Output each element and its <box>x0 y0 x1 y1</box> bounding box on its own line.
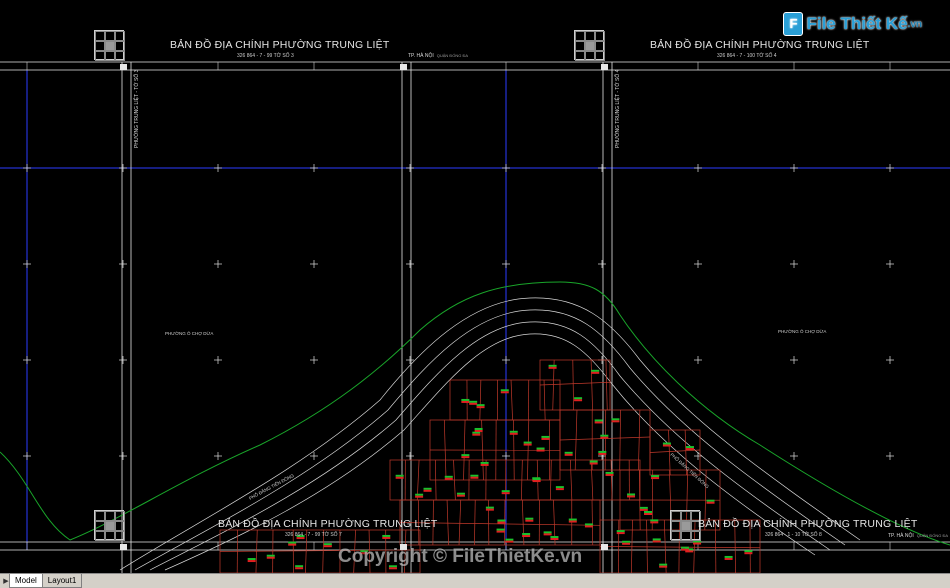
parcel-marker <box>627 493 636 498</box>
sheet-index-grid <box>670 510 701 541</box>
tab-model[interactable]: Model <box>9 574 43 588</box>
parcel-marker <box>548 364 557 369</box>
sheet-title: BẢN ĐỒ ĐỊA CHÍNH PHƯỜNG TRUNG LIỆT <box>698 518 918 530</box>
parcel-marker <box>611 418 620 423</box>
city-label: TP. HÀ NỘI QUẬN ĐỐNG ĐA <box>408 53 469 59</box>
parcel-marker <box>744 550 753 555</box>
parcel-marker <box>423 487 432 492</box>
parcel-marker <box>574 397 583 402</box>
parcel-marker <box>501 490 510 495</box>
parcel-marker <box>247 558 256 563</box>
parcel-marker <box>461 454 470 459</box>
sheet-title: BẢN ĐỒ ĐỊA CHÍNH PHƯỜNG TRUNG LIỆT <box>650 39 870 51</box>
parcel-marker <box>589 460 598 465</box>
parcel-marker <box>522 533 531 538</box>
parcel-marker <box>480 461 489 466</box>
parcel-marker <box>594 419 603 424</box>
sheet-subtitle: 326 864 - 1 - 10 TỜ SỐ 8 <box>765 532 822 538</box>
parcel-marker <box>525 517 534 522</box>
parcel-marker <box>584 523 593 528</box>
logo-suffix: .vn <box>907 18 922 30</box>
parcel-marker <box>323 543 332 548</box>
sheet-index-grid <box>574 30 605 61</box>
parcel-marker <box>568 518 577 523</box>
parcel-marker <box>382 534 391 539</box>
parcel-marker <box>650 519 659 524</box>
ward-label: PHƯỜNG Ô CHỢ DỪA <box>165 331 214 336</box>
parcel-marker <box>532 478 541 483</box>
sheet-subtitle: 326 864 - 7 - 100 TỜ SỐ 4 <box>717 53 777 59</box>
parcel-marker <box>456 492 465 497</box>
parcel-marker <box>536 447 545 452</box>
parcel-marker <box>295 565 304 570</box>
parcel-marker <box>600 434 609 439</box>
parcel-marker <box>591 369 600 374</box>
parcel-marker <box>616 530 625 535</box>
parcel-marker <box>505 538 514 543</box>
sheet-index-grid <box>94 30 125 61</box>
parcel-marker <box>288 541 297 546</box>
ward-label: PHƯỜNG Ô CHỢ DỪA <box>778 329 827 334</box>
parcel-marker <box>693 540 702 545</box>
parcel-marker <box>266 554 275 559</box>
parcel-marker <box>685 446 694 451</box>
parcel-marker <box>470 474 479 479</box>
sheet-subtitle: 326 864 - 7 - 99 TỜ SỐ 7 <box>285 532 342 538</box>
parcel-marker <box>706 499 715 504</box>
parcel-marker <box>564 451 573 456</box>
sheet-title: BẢN ĐỒ ĐỊA CHÍNH PHƯỜNG TRUNG LIỆT <box>170 39 390 51</box>
parcel-marker <box>598 450 607 455</box>
parcel-marker <box>395 474 404 479</box>
sheet-title: BẢN ĐỒ ĐỊA CHÍNH PHƯỜNG TRUNG LIỆT <box>218 518 438 530</box>
parcel-marker <box>497 519 506 524</box>
parcel-marker <box>444 475 453 480</box>
parcel-marker <box>724 555 733 560</box>
city-label: TP. HÀ NỘI QUẬN ĐỐNG ĐA <box>888 533 949 539</box>
parcel-marker <box>659 563 668 568</box>
parcel-marker <box>541 435 550 440</box>
parcel-marker <box>651 475 660 480</box>
parcel-marker <box>622 540 631 545</box>
parcel-marker <box>509 430 518 435</box>
parcel-marker <box>644 510 653 515</box>
sheet-subtitle: 326 864 - 7 - 99 TỜ SỐ 3 <box>237 53 294 59</box>
parcel-marker <box>469 400 478 405</box>
parcel-marker <box>415 493 424 498</box>
logo-text: File Thiết Kế <box>806 14 908 33</box>
parcel-marker <box>652 538 661 543</box>
parcel-marker <box>639 506 648 511</box>
parcel-marker <box>555 486 564 491</box>
layout-tab-bar: ▶ Model Layout1 <box>0 573 950 588</box>
parcel-marker <box>680 546 689 551</box>
parcel-marker <box>662 442 671 447</box>
tab-layout1[interactable]: Layout1 <box>41 574 83 588</box>
parcel-marker <box>550 536 559 541</box>
site-logo: F File Thiết Kế .vn <box>783 12 922 36</box>
parcel-marker <box>474 427 483 432</box>
vertical-sheet-label: PHƯỜNG TRUNG LIỆT - TỜ SỐ 4 <box>615 69 621 148</box>
parcel-marker <box>461 398 470 403</box>
copyright-watermark: Copyright © FileThietKe.vn <box>338 546 583 567</box>
logo-mark-icon: F <box>783 12 804 36</box>
cad-drawing-canvas[interactable]: PHỐ ĐẶNG TIẾN ĐÔNG PHỐ ĐẶNG TIẾN ĐÔNG <box>0 0 950 573</box>
sheet-index-grid <box>94 510 125 541</box>
parcel-marker <box>485 506 494 511</box>
vertical-sheet-label: PHƯỜNG TRUNG LIỆT - TỜ SỐ 3 <box>134 69 140 148</box>
parcel-marker <box>605 471 614 476</box>
parcel-marker <box>500 389 509 394</box>
parcel-marker <box>476 404 485 409</box>
parcel-marker <box>543 531 552 536</box>
parcel-marker <box>496 528 505 533</box>
parcel-marker <box>472 431 481 436</box>
parcel-marker <box>523 441 532 446</box>
